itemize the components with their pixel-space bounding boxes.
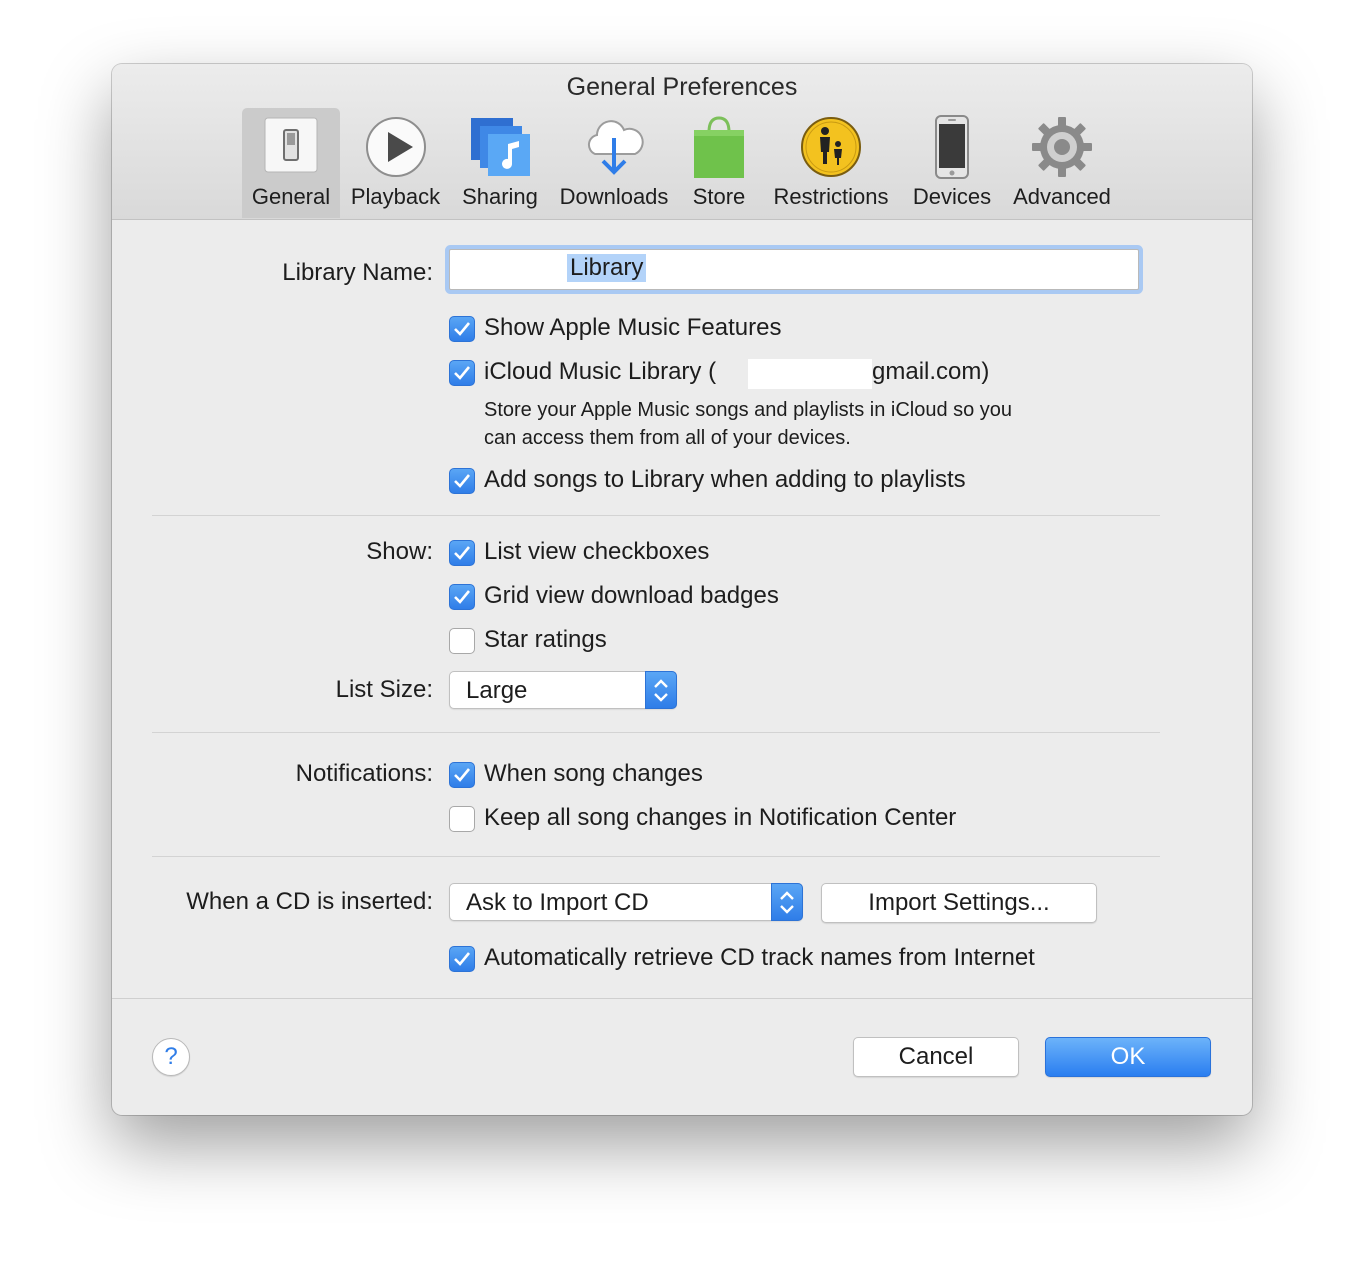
chevron-updown-icon [771, 883, 803, 921]
general-switch-icon [258, 114, 324, 180]
help-button[interactable]: ? [152, 1038, 190, 1076]
tab-playback-label: Playback [350, 184, 441, 209]
tab-downloads-label: Downloads [559, 184, 669, 209]
toolbar: General Preferences General Playback Sha… [112, 64, 1252, 220]
auto-retrieve-label: Automatically retrieve CD track names fr… [484, 944, 1035, 971]
list-size-popup[interactable]: Large [449, 671, 677, 709]
show-apple-music-checkbox[interactable] [449, 316, 475, 342]
cd-action-popup[interactable]: Ask to Import CD [449, 883, 803, 921]
list-view-checkboxes-checkbox[interactable] [449, 540, 475, 566]
add-songs-checkbox[interactable] [449, 468, 475, 494]
star-ratings-checkbox[interactable] [449, 628, 475, 654]
icloud-library-checkbox[interactable] [449, 360, 475, 386]
tab-general[interactable]: General [242, 108, 340, 218]
notifications-label: Notifications: [295, 760, 433, 787]
cloud-download-icon [581, 114, 647, 180]
star-ratings-label: Star ratings [484, 626, 607, 653]
list-view-checkboxes-label: List view checkboxes [484, 538, 710, 565]
tab-advanced[interactable]: Advanced [1005, 108, 1119, 218]
tab-restrictions-label: Restrictions [773, 184, 889, 209]
tab-store[interactable]: Store [682, 108, 756, 218]
keep-all-changes-checkbox[interactable] [449, 806, 475, 832]
iphone-icon [919, 114, 985, 180]
tab-sharing[interactable]: Sharing [450, 108, 550, 218]
icloud-description-line2: can access them from all of your devices… [484, 427, 851, 449]
ok-button[interactable]: OK [1045, 1037, 1211, 1077]
shopping-bag-icon [686, 114, 752, 180]
grid-view-badges-checkbox[interactable] [449, 584, 475, 610]
play-icon [363, 114, 429, 180]
gear-icon [1029, 114, 1095, 180]
tab-general-label: General [251, 184, 331, 209]
show-label: Show: [366, 538, 433, 565]
sharing-music-icon [467, 114, 533, 180]
tab-devices-label: Devices [912, 184, 992, 209]
import-settings-button[interactable]: Import Settings... [821, 883, 1097, 923]
when-song-changes-label: When song changes [484, 760, 703, 787]
cd-inserted-label: When a CD is inserted: [186, 888, 433, 915]
footer-divider [112, 998, 1252, 999]
library-name-field[interactable]: Library [449, 249, 1139, 290]
library-name-value: Library [567, 254, 647, 282]
auto-retrieve-checkbox[interactable] [449, 946, 475, 972]
parental-controls-icon [798, 114, 864, 180]
divider [152, 856, 1160, 857]
icloud-description-line1: Store your Apple Music songs and playlis… [484, 399, 1013, 421]
icloud-library-label-prefix: iCloud Music Library ( [484, 358, 717, 385]
tab-downloads[interactable]: Downloads [554, 108, 674, 218]
tab-store-label: Store [692, 184, 746, 209]
preferences-window: General Preferences General Playback Sha… [112, 64, 1252, 1115]
window-title: General Preferences [566, 73, 798, 101]
add-songs-label: Add songs to Library when adding to play… [484, 466, 966, 493]
tab-devices[interactable]: Devices [906, 108, 998, 218]
tab-sharing-label: Sharing [462, 184, 538, 209]
cancel-button[interactable]: Cancel [853, 1037, 1019, 1077]
cd-action-value: Ask to Import CD [466, 889, 649, 916]
tab-restrictions[interactable]: Restrictions [764, 108, 898, 218]
grid-view-badges-label: Grid view download badges [484, 582, 779, 609]
keep-all-changes-label: Keep all song changes in Notification Ce… [484, 804, 957, 831]
list-size-label: List Size: [335, 676, 433, 703]
tab-playback[interactable]: Playback [343, 108, 448, 218]
divider [152, 732, 1160, 733]
show-apple-music-label: Show Apple Music Features [484, 314, 782, 341]
list-size-value: Large [466, 677, 528, 704]
library-name-label: Library Name: [282, 259, 433, 286]
when-song-changes-checkbox[interactable] [449, 762, 475, 788]
redacted-email [748, 359, 872, 389]
divider [152, 515, 1160, 516]
chevron-updown-icon [645, 671, 677, 709]
tab-advanced-label: Advanced [1013, 184, 1111, 209]
icloud-library-label-suffix: gmail.com) [872, 358, 990, 385]
